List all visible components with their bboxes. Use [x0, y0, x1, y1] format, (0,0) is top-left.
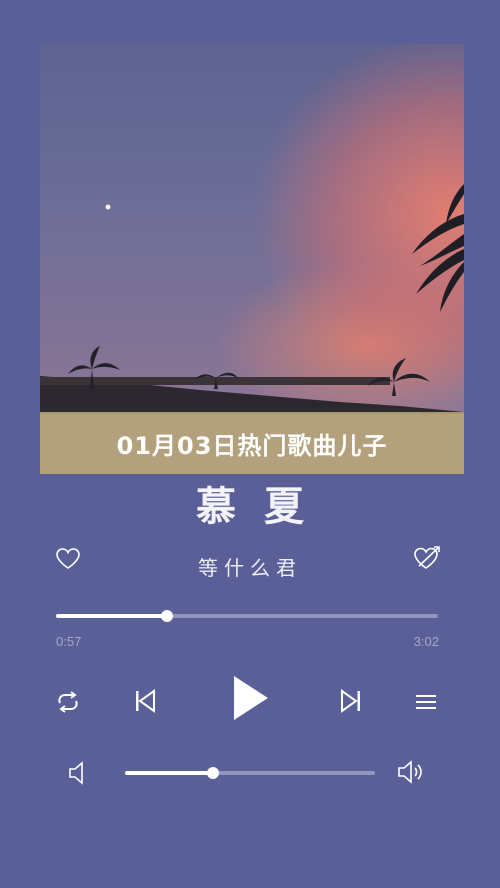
progress-fill — [56, 614, 167, 618]
volume-fill — [125, 771, 213, 775]
total-duration: 3:02 — [413, 634, 439, 649]
volume-slider[interactable] — [125, 767, 375, 779]
song-title: 慕夏 — [196, 483, 332, 530]
menu-icon[interactable] — [412, 688, 440, 716]
heart-arrow-icon[interactable] — [412, 543, 442, 573]
album-art-illustration — [40, 184, 464, 414]
volume-low-icon[interactable] — [64, 759, 92, 787]
elapsed-time: 0:57 — [56, 634, 82, 649]
volume-knob[interactable] — [206, 767, 219, 779]
heart-outline-icon[interactable] — [54, 545, 82, 573]
skip-next-icon[interactable] — [336, 686, 366, 716]
banner-title: 01月03日热门歌曲儿子 — [116, 431, 388, 460]
progress-knob[interactable] — [160, 610, 173, 622]
repeat-icon[interactable] — [54, 688, 82, 716]
play-icon[interactable] — [226, 672, 274, 724]
title-banner: 01月03日热门歌曲儿子 — [40, 412, 464, 474]
album-art — [40, 44, 464, 414]
volume-high-icon[interactable] — [396, 757, 426, 787]
progress-bar[interactable] — [56, 610, 438, 622]
skip-previous-icon[interactable] — [130, 686, 160, 716]
